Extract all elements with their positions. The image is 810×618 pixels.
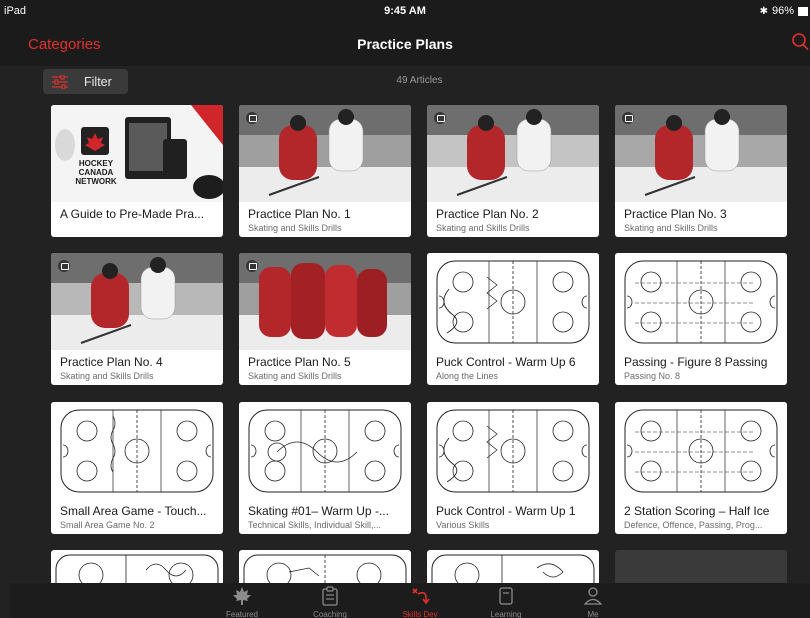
rink-diagram-thumb [427, 253, 599, 350]
network-brand-text: HOCKEY CANADA NETWORK [75, 159, 117, 186]
article-title: 2 Station Scoring – Half Ice [624, 504, 770, 518]
article-count: 49 Articles [396, 75, 443, 86]
tab-coaching[interactable]: Coaching [300, 583, 360, 618]
navigation-bar: Categories Practice Plans [0, 22, 810, 66]
article-title: Practice Plan No. 5 [248, 355, 351, 369]
diagram-thumb [615, 253, 787, 350]
article-subtitle: Skating and Skills Drills [248, 371, 342, 381]
app-screen: iPad 9:45 AM ✱ 96% Categories Practice P… [0, 0, 810, 618]
article-title: Small Area Game - Touch... [60, 504, 207, 518]
article-card[interactable]: HOCKEY CANADA NETWORK A Guide to Pre-Made… [51, 105, 223, 237]
article-title: Practice Plan No. 4 [60, 355, 163, 369]
battery-percent: 96% [771, 5, 794, 17]
article-title: Practice Plan No. 2 [436, 207, 539, 221]
article-card[interactable]: Practice Plan No. 5 Skating and Skills Dr… [239, 253, 411, 385]
video-badge-icon [434, 112, 446, 124]
article-subtitle: Skating and Skills Drills [624, 223, 718, 233]
play-diagram-icon [412, 588, 430, 605]
player-photo-thumb [427, 105, 599, 202]
battery-icon [798, 6, 808, 16]
article-card[interactable]: Passing - Figure 8 Passing Passing No. 8 [615, 253, 787, 385]
tab-label: Featured [225, 610, 259, 618]
player-photo-thumb [615, 105, 787, 202]
rink-diagram-thumb [427, 402, 599, 499]
status-time: 9:45 AM [384, 5, 426, 17]
article-title: Passing - Figure 8 Passing [624, 355, 768, 369]
article-card[interactable]: Small Area Game - Touch... Small Area Gam… [51, 402, 223, 534]
tab-label: Coaching [313, 610, 347, 618]
team-photo-thumb [239, 253, 411, 350]
diagram-thumb [427, 402, 599, 499]
article-card[interactable]: Puck Control - Warm Up 6 Along the Lines [427, 253, 599, 385]
diagram-thumb [239, 402, 411, 499]
tab-label: Me [587, 610, 599, 618]
rink-diagram-thumb [615, 402, 787, 499]
video-badge-icon [58, 260, 70, 272]
article-card[interactable]: Skating #01– Warm Up -... Technical Skill… [239, 402, 411, 534]
status-bar: iPad 9:45 AM ✱ 96% [0, 0, 810, 22]
article-card[interactable]: Practice Plan No. 2 Skating and Skills Dr… [427, 105, 599, 237]
diagram-thumb [615, 402, 787, 499]
tablet-icon [499, 587, 513, 605]
clipboard-icon [322, 586, 338, 606]
rink-diagram-thumb [51, 402, 223, 499]
search-icon[interactable] [790, 32, 810, 52]
article-title: Puck Control - Warm Up 6 [436, 355, 576, 369]
tab-me[interactable]: Me [563, 583, 623, 618]
article-subtitle: Passing No. 8 [624, 371, 681, 381]
article-subtitle: Skating and Skills Drills [60, 371, 154, 381]
bluetooth-icon: ✱ [759, 5, 768, 17]
article-subtitle: Technical Skills, Individual Skill,... [248, 520, 382, 530]
video-badge-icon [622, 112, 634, 124]
player-photo-thumb [239, 105, 411, 202]
article-subtitle: Various Skills [436, 520, 490, 530]
tab-featured[interactable]: Featured [212, 583, 272, 618]
article-subtitle: Small Area Game No. 2 [60, 520, 155, 530]
page-title: Practice Plans [357, 36, 453, 52]
diagram-thumb [427, 253, 599, 350]
article-card[interactable]: Practice Plan No. 1 Skating and Skills Dr… [239, 105, 411, 237]
article-subtitle: Defence, Offence, Passing, Prog... [624, 520, 763, 530]
article-title: A Guide to Pre-Made Pra... [60, 207, 205, 221]
person-icon [583, 587, 603, 605]
network-promo-thumb: HOCKEY CANADA NETWORK [51, 105, 223, 202]
battery-indicator: ✱ 96% [760, 5, 808, 17]
tab-label: Skills Dev [402, 610, 438, 618]
video-badge-icon [246, 260, 258, 272]
article-card[interactable]: 2 Station Scoring – Half Ice Defence, Off… [615, 402, 787, 534]
video-badge-icon [246, 112, 258, 124]
rink-diagram-thumb [615, 253, 787, 350]
tab-skills-dev[interactable]: Skills Dev [390, 583, 450, 618]
article-subtitle: Skating and Skills Drills [248, 223, 342, 233]
diagram-thumb [51, 402, 223, 499]
article-card[interactable]: Practice Plan No. 4 Skating and Skills Dr… [51, 253, 223, 385]
article-title: Practice Plan No. 1 [248, 207, 351, 221]
article-title: Skating #01– Warm Up -... [248, 504, 389, 518]
article-card[interactable]: Practice Plan No. 3 Skating and Skills Dr… [615, 105, 787, 237]
tab-bar: Featured Coaching Skills Dev Learning Me [10, 583, 810, 618]
maple-leaf-icon [233, 587, 251, 605]
tab-label: Learning [490, 610, 522, 618]
article-card[interactable]: Puck Control - Warm Up 1 Various Skills [427, 402, 599, 534]
player-photo-thumb [51, 253, 223, 350]
article-title: Puck Control - Warm Up 1 [436, 504, 576, 518]
rink-diagram-thumb [239, 402, 411, 499]
tab-learning[interactable]: Learning [476, 583, 536, 618]
article-subtitle: Skating and Skills Drills [436, 223, 530, 233]
article-subtitle: Along the Lines [436, 371, 499, 381]
article-title: Practice Plan No. 3 [624, 207, 727, 221]
